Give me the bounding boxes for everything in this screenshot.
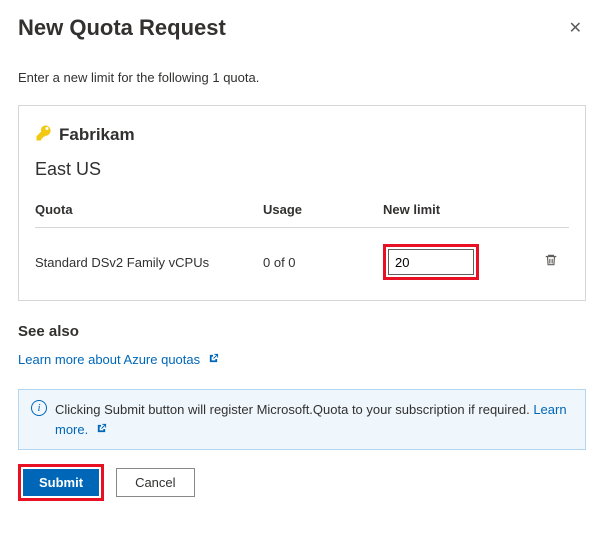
table-row: Standard DSv2 Family vCPUs 0 of 0 [35,228,569,280]
col-quota: Quota [35,202,263,217]
page-title: New Quota Request [18,15,226,41]
info-banner: i Clicking Submit button will register M… [18,389,586,450]
col-newlimit: New limit [383,202,533,217]
trash-icon[interactable] [533,252,569,273]
external-link-icon [96,425,107,437]
see-also-heading: See also [18,323,586,340]
learn-quotas-label: Learn more about Azure quotas [18,352,200,367]
key-icon [35,124,53,145]
submit-button[interactable]: Submit [23,469,99,496]
quota-table: Quota Usage New limit Standard DSv2 Fami… [35,202,569,280]
region-name: East US [35,159,569,180]
subscription-name: Fabrikam [59,125,135,145]
quota-panel: Fabrikam East US Quota Usage New limit S… [18,105,586,301]
close-icon[interactable]: ✕ [565,14,586,42]
learn-quotas-link[interactable]: Learn more about Azure quotas [18,352,219,367]
col-usage: Usage [263,202,383,217]
info-icon: i [31,400,47,416]
quota-name-cell: Standard DSv2 Family vCPUs [35,255,263,270]
intro-text: Enter a new limit for the following 1 qu… [18,70,586,85]
usage-cell: 0 of 0 [263,255,383,270]
cancel-button[interactable]: Cancel [116,468,194,497]
info-text: Clicking Submit button will register Mic… [55,402,533,417]
new-limit-input[interactable] [388,249,474,275]
external-link-icon [208,355,219,367]
